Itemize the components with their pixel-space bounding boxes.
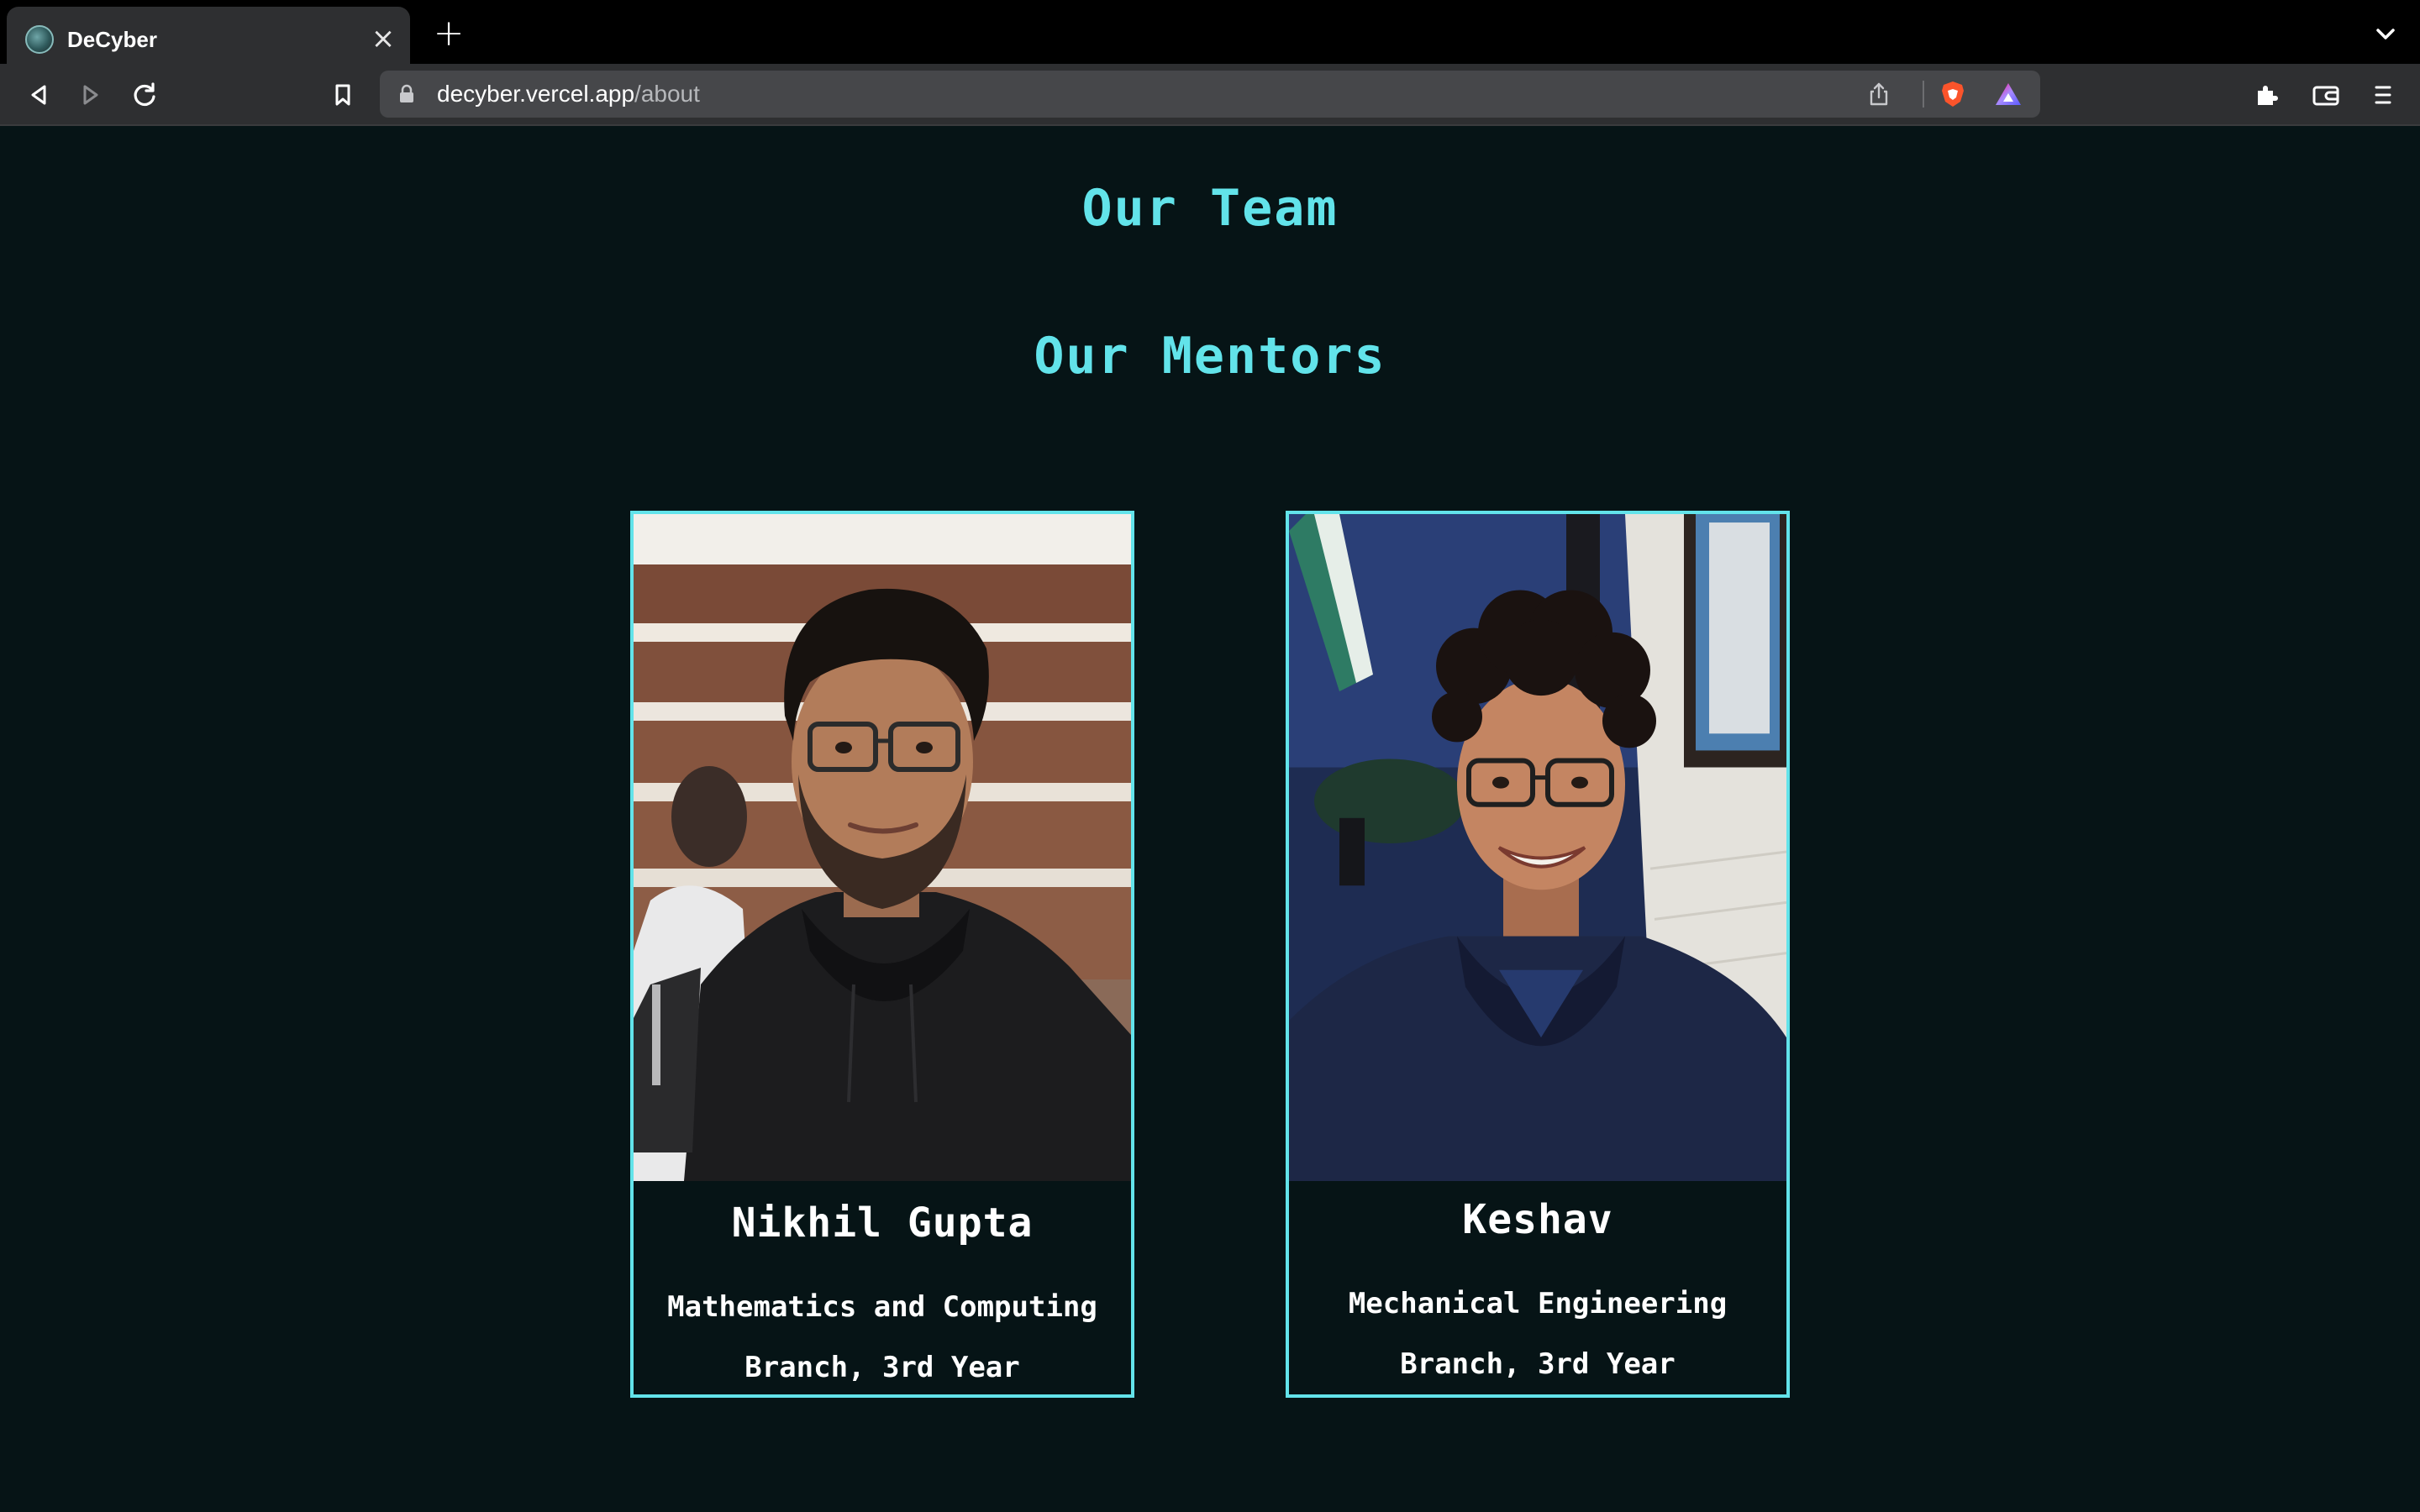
our-team-heading: Our Team [1081, 179, 1339, 238]
mentor-branch-line2: Branch, 3rd Year [744, 1351, 1020, 1384]
wallet-icon[interactable] [2309, 78, 2343, 112]
mentor-name: Keshav [1462, 1196, 1613, 1243]
close-tab-icon[interactable]: × [368, 24, 398, 54]
browser-tab-decyber[interactable]: DeCyber × [7, 7, 410, 64]
mentor-branch-line2: Branch, 3rd Year [1400, 1347, 1676, 1381]
url-text: decyber.vercel.app/about [437, 79, 700, 109]
mentor-card: Keshav Mechanical Engineering Branch, 3r… [1286, 511, 1790, 1398]
new-tab-plus-icon[interactable]: + [432, 15, 466, 52]
brave-shields-lion-icon[interactable] [1938, 79, 1968, 109]
lock-icon [400, 84, 413, 102]
our-mentors-heading: Our Mentors [1034, 327, 1386, 386]
tab-strip: DeCyber × + [0, 0, 2420, 64]
mentor-branch-line1: Mechanical Engineering [1348, 1287, 1728, 1320]
url-divider [1923, 81, 1924, 108]
forward-arrow-icon[interactable] [74, 78, 108, 112]
mentor-card: Nikhil Gupta Mathematics and Computing B… [630, 511, 1134, 1398]
mentor-branch: Mathematics and Computing Branch, 3rd Ye… [634, 1277, 1131, 1394]
site-favicon-icon [25, 25, 54, 54]
share-icon[interactable] [1865, 81, 1892, 108]
address-bar[interactable]: decyber.vercel.app/about [380, 71, 2040, 118]
back-arrow-icon[interactable] [22, 78, 55, 112]
mentor-photo [634, 514, 1131, 1181]
about-page: Our Team Our Mentors Nikhil Gupta Mathem… [0, 128, 2420, 1512]
mentor-branch-line1: Mathematics and Computing [667, 1290, 1097, 1324]
url-host: decyber.vercel.app [437, 81, 635, 107]
menu-hamburger-icon[interactable] [2366, 78, 2400, 112]
brave-rewards-triangle-icon[interactable] [1993, 79, 2023, 109]
extensions-puzzle-icon[interactable] [2250, 78, 2284, 112]
mentor-branch: Mechanical Engineering Branch, 3rd Year [1289, 1273, 1786, 1394]
mentor-name: Nikhil Gupta [731, 1200, 1034, 1247]
browser-toolbar: decyber.vercel.app/about [0, 64, 2420, 126]
reload-icon[interactable] [128, 78, 161, 112]
tab-list-chevron-down-icon[interactable] [2371, 20, 2400, 49]
mentor-photo [1289, 514, 1786, 1181]
tab-title: DeCyber [67, 27, 157, 52]
url-path: /about [634, 81, 700, 107]
bookmark-icon[interactable] [326, 78, 360, 112]
